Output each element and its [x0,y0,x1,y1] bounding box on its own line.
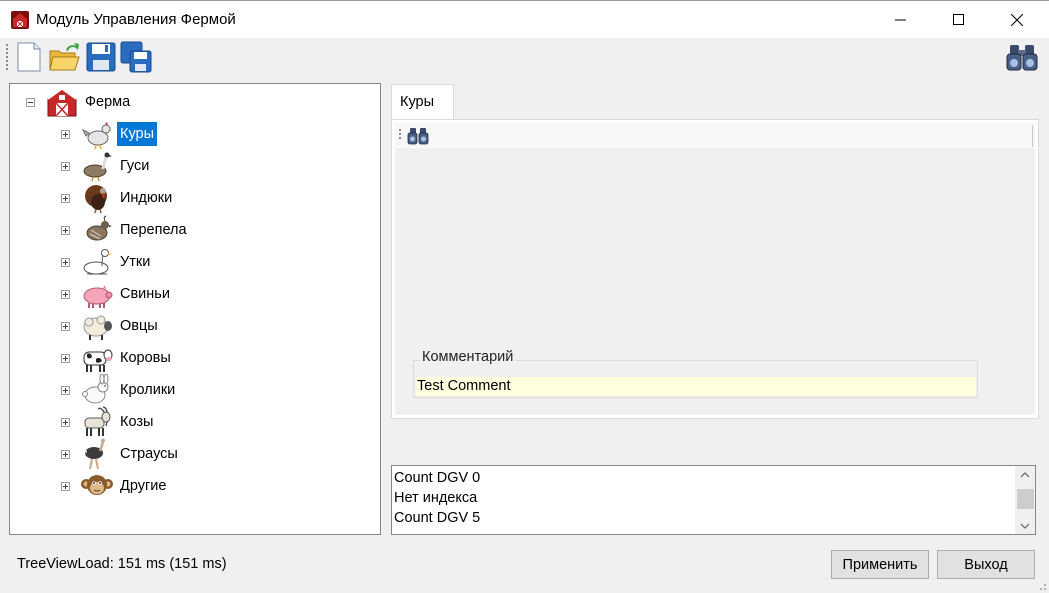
tree-node[interactable]: Страусы [61,438,181,470]
tree-node-label: Утки [120,254,151,270]
tree-node-label: Свиньи [120,286,170,302]
exit-button[interactable]: Выход [937,550,1035,579]
expand-icon[interactable] [61,353,70,363]
resize-grip-icon[interactable] [1037,581,1047,591]
window-title: Модуль Управления Фермой [36,11,236,28]
tree-root-label: Ферма [85,94,131,110]
save-all-button[interactable] [120,41,152,73]
chicken-icon [81,122,112,150]
tree-node[interactable]: Другие [61,470,169,502]
save-all-icon [120,41,152,73]
toolbar-grip[interactable] [6,44,8,70]
log-line: Count DGV 5 [394,510,481,526]
tab-kury[interactable]: Куры [391,84,454,120]
cow-icon [83,349,113,372]
rabbit-icon [82,374,109,404]
duck-icon [83,249,112,275]
find-button[interactable] [1006,41,1038,73]
new-button[interactable] [13,41,45,73]
main-toolbar [0,38,1049,76]
minimize-icon [895,19,906,21]
tree-node[interactable]: Кролики [61,374,178,406]
tree-node[interactable]: Гуси [61,150,152,182]
sheep-icon [83,315,112,340]
tree-node-label: Козы [120,414,154,430]
expand-icon[interactable] [61,257,70,267]
tree-node[interactable]: Козы [61,406,156,438]
tree-node[interactable]: Куры [61,118,158,150]
tree-node-label: Индюки [120,190,173,206]
goat-icon [84,406,111,436]
save-button[interactable] [85,41,117,73]
tree-node-label: Страусы [120,446,178,462]
tree-node-label: Овцы [120,318,158,334]
tab-page: Комментарий Test Comment [391,119,1039,419]
barn-icon [47,88,77,117]
expand-icon[interactable] [61,481,70,491]
save-icon [86,42,116,72]
ostrich-icon [85,438,105,470]
tree-node[interactable]: Коровы [61,342,174,374]
scroll-down-button[interactable] [1015,517,1035,534]
chevron-down-icon [1020,523,1030,529]
expand-icon[interactable] [61,449,70,459]
binoculars-icon[interactable] [407,127,429,145]
collapse-icon[interactable] [26,97,35,107]
log-line: Count DGV 0 [394,470,481,486]
binoculars-icon [1006,45,1038,71]
expand-icon[interactable] [61,161,70,171]
monkey-icon [81,475,113,495]
tree-node[interactable]: Свиньи [61,278,173,310]
tree-node-label: Куры [117,122,158,146]
turkey-icon [85,185,107,214]
open-button[interactable] [48,41,80,73]
maximize-button[interactable] [936,1,982,39]
goose-icon [83,152,112,182]
expand-icon[interactable] [61,193,70,203]
scroll-thumb[interactable] [1017,489,1034,509]
minimize-button[interactable] [878,1,924,39]
chevron-up-icon [1020,471,1030,477]
inner-toolbar [395,123,1035,148]
comment-field[interactable]: Test Comment [416,377,976,396]
expand-icon[interactable] [61,417,70,427]
expand-icon[interactable] [61,321,70,331]
expand-icon[interactable] [61,129,70,139]
log-scrollbar[interactable] [1015,466,1035,534]
tree-node-label: Коровы [120,350,171,366]
tree-node-label: Гуси [120,158,150,174]
log-line: Нет индекса [394,490,478,506]
new-document-icon [17,42,41,72]
tree-node-label: Другие [120,478,167,494]
inner-toolbar-grip[interactable] [399,129,401,141]
maximize-icon [953,14,964,25]
tree-node[interactable]: Овцы [61,310,161,342]
scroll-up-button[interactable] [1015,466,1035,483]
title-bar: Модуль Управления Фермой [0,0,1049,38]
status-text: TreeViewLoad: 151 ms (151 ms) [17,556,227,572]
log-listbox[interactable]: Count DGV 0 Нет индекса Count DGV 5 [391,465,1036,535]
tree-root-node[interactable]: Ферма [26,86,133,118]
comment-group-title: Комментарий [420,349,516,365]
tree-node[interactable]: Индюки [61,182,175,214]
quail-icon [86,215,112,241]
pig-icon [83,285,113,308]
open-folder-icon [49,43,80,71]
farm-tree-view[interactable]: Ферма Куры Гуси Индюки Перепела Утки Свиньи Ов… [9,83,381,535]
toolbar-separator [1032,125,1033,147]
tab-content-panel: Комментарий Test Comment [395,123,1035,415]
tree-node[interactable]: Утки [61,246,153,278]
tree-node-label: Кролики [120,382,176,398]
close-icon [1011,14,1023,26]
tree-node-label: Перепела [120,222,187,238]
expand-icon[interactable] [61,225,70,235]
apply-button[interactable]: Применить [831,550,929,579]
tree-node[interactable]: Перепела [61,214,190,246]
expand-icon[interactable] [61,289,70,299]
close-button[interactable] [994,1,1040,39]
tab-control: Куры Комментарий Test Comment [391,84,1039,419]
expand-icon[interactable] [61,385,70,395]
app-icon [11,11,29,29]
comment-group: Комментарий Test Comment [413,349,978,398]
